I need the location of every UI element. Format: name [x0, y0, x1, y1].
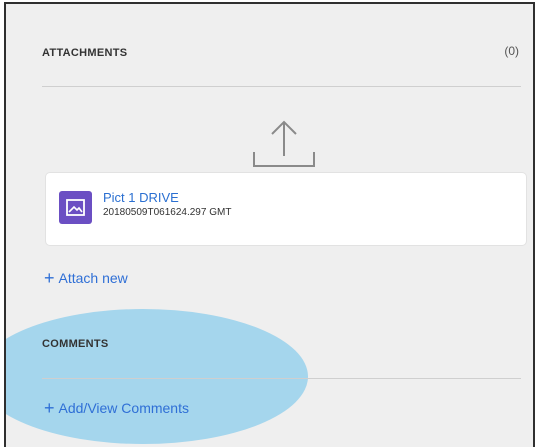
highlight-ellipse	[6, 309, 308, 444]
attachments-count: (0)	[504, 44, 519, 58]
attachment-timestamp: 20180509T061624.297 GMT	[103, 207, 232, 218]
add-view-comments-link[interactable]: + Add/View Comments	[44, 399, 189, 417]
attach-new-label: Attach new	[58, 270, 128, 286]
add-view-comments-label: Add/View Comments	[58, 400, 189, 416]
plus-icon: +	[44, 398, 55, 418]
image-icon	[59, 191, 92, 224]
attachment-item[interactable]: Pict 1 DRIVE 20180509T061624.297 GMT	[46, 173, 526, 245]
plus-icon: +	[44, 268, 55, 288]
comments-divider	[42, 378, 521, 379]
attachments-title: ATTACHMENTS	[42, 47, 128, 59]
attachments-panel: ATTACHMENTS (0) Pict 1 DRIVE 20180509T06…	[4, 2, 535, 447]
attachment-name-link[interactable]: Pict 1 DRIVE	[103, 190, 179, 205]
upload-icon[interactable]	[244, 114, 324, 174]
attachments-divider	[42, 86, 521, 87]
attach-new-link[interactable]: + Attach new	[44, 269, 128, 287]
comments-title: COMMENTS	[42, 338, 109, 350]
